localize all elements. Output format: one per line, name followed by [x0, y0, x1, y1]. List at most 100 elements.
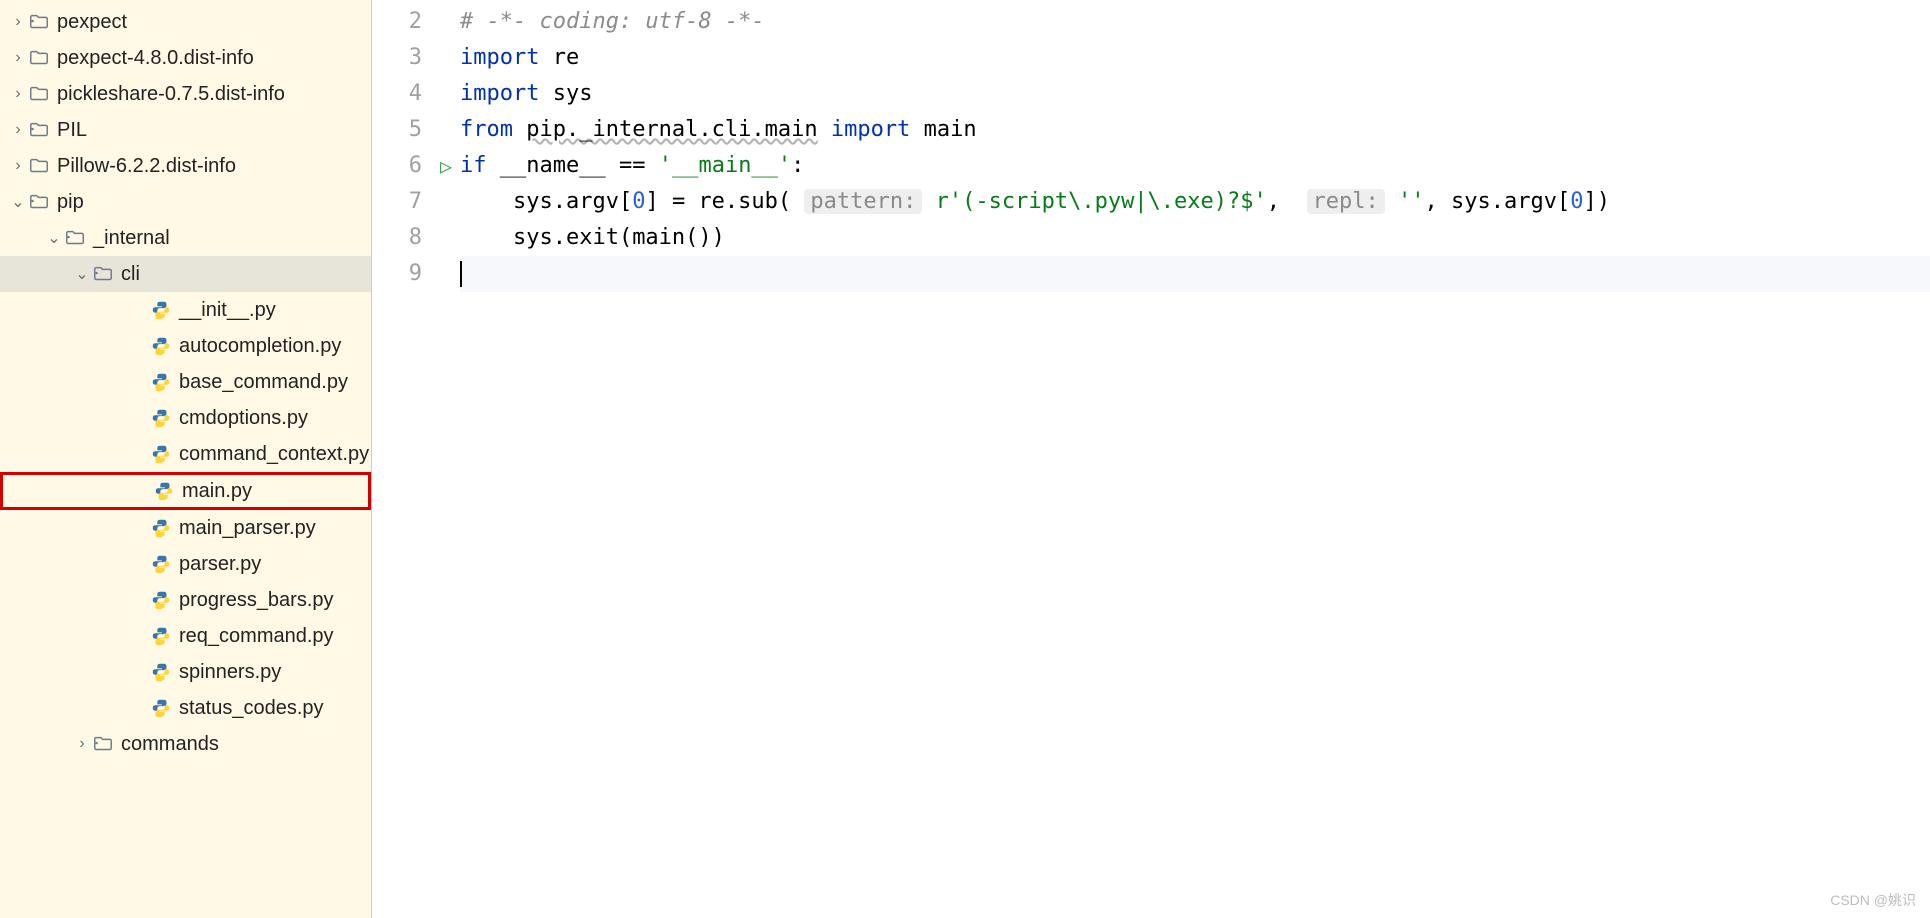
chevron-down-icon[interactable]: ⌄	[8, 192, 28, 212]
tree-item-label: PIL	[57, 119, 87, 142]
chevron-right-icon[interactable]: ›	[8, 157, 28, 175]
tree-item-label: commands	[121, 733, 219, 756]
gutter-line[interactable]: 6▷	[372, 148, 460, 184]
tree-item-label: pexpect-4.8.0.dist-info	[57, 47, 254, 70]
python-file-icon	[150, 661, 172, 683]
folder-icon	[28, 119, 50, 141]
code-line: import sys	[460, 76, 1930, 112]
chevron-down-icon[interactable]: ⌄	[44, 228, 64, 248]
folder-icon	[28, 191, 50, 213]
python-file-icon	[150, 299, 172, 321]
tree-item-spinners-py[interactable]: spinners.py	[0, 654, 371, 690]
tree-item-label: main_parser.py	[179, 517, 316, 540]
tree-item-status-codes-py[interactable]: status_codes.py	[0, 690, 371, 726]
param-hint: repl:	[1307, 189, 1385, 214]
tree-item-req-command-py[interactable]: req_command.py	[0, 618, 371, 654]
tree-item-pip[interactable]: ⌄ pip	[0, 184, 371, 220]
python-file-icon	[150, 335, 172, 357]
python-file-icon	[150, 697, 172, 719]
tree-item-label: pip	[57, 191, 84, 214]
python-file-icon	[150, 517, 172, 539]
tree-item-pillow-6-2-2-dist-info[interactable]: › Pillow-6.2.2.dist-info	[0, 148, 371, 184]
chevron-right-icon[interactable]: ›	[8, 85, 28, 103]
tree-item-label: spinners.py	[179, 661, 281, 684]
line-number: 2	[409, 9, 422, 34]
code-line: import re	[460, 40, 1930, 76]
gutter-line[interactable]: 7	[372, 184, 460, 220]
code-line: sys.argv[0] = re.sub( pattern: r'(-scrip…	[460, 184, 1930, 220]
tree-item-label: parser.py	[179, 553, 261, 576]
param-hint: pattern:	[804, 189, 922, 214]
folder-icon	[92, 263, 114, 285]
tree-item-progress-bars-py[interactable]: progress_bars.py	[0, 582, 371, 618]
folder-icon	[28, 11, 50, 33]
code-line: sys.exit(main())	[460, 220, 1930, 256]
tree-item-label: main.py	[182, 480, 252, 503]
chevron-right-icon[interactable]: ›	[8, 13, 28, 31]
tree-item-label: autocompletion.py	[179, 335, 341, 358]
python-file-icon	[153, 480, 175, 502]
tree-item-label: req_command.py	[179, 625, 334, 648]
python-file-icon	[150, 553, 172, 575]
chevron-down-icon[interactable]: ⌄	[72, 264, 92, 284]
tree-item-label: command_context.py	[179, 443, 369, 466]
watermark: CSDN @姚识	[1830, 890, 1916, 910]
tree-item--internal[interactable]: ⌄ _internal	[0, 220, 371, 256]
tree-item-pickleshare-0-7-5-dist-info[interactable]: ›pickleshare-0.7.5.dist-info	[0, 76, 371, 112]
tree-item-pil[interactable]: › PIL	[0, 112, 371, 148]
tree-item-label: cmdoptions.py	[179, 407, 308, 430]
file-tree-pane[interactable]: › pexpect › pexpect-4.8.0.dist-info ›pickles…	[0, 0, 372, 918]
line-number: 8	[409, 225, 422, 250]
editor-code[interactable]: # -*- coding: utf-8 -*- import re import…	[460, 0, 1930, 918]
tree-item-label: Pillow-6.2.2.dist-info	[57, 155, 236, 178]
tree-item-command-context-py[interactable]: command_context.py	[0, 436, 371, 472]
line-number: 6	[409, 153, 422, 178]
folder-icon	[92, 733, 114, 755]
tree-item-label: base_command.py	[179, 371, 348, 394]
tree-item-cmdoptions-py[interactable]: cmdoptions.py	[0, 400, 371, 436]
tree-item-label: progress_bars.py	[179, 589, 334, 612]
tree-item-label: _internal	[93, 227, 170, 250]
tree-item-main-parser-py[interactable]: main_parser.py	[0, 510, 371, 546]
code-line: # -*- coding: utf-8 -*-	[460, 4, 1930, 40]
tree-item-label: __init__.py	[179, 299, 276, 322]
gutter-line[interactable]: 2	[372, 4, 460, 40]
gutter-line[interactable]: 9	[372, 256, 460, 292]
chevron-right-icon[interactable]: ›	[72, 735, 92, 753]
tree-item-pexpect[interactable]: › pexpect	[0, 4, 371, 40]
chevron-right-icon[interactable]: ›	[8, 49, 28, 67]
python-file-icon	[150, 407, 172, 429]
run-gutter-icon[interactable]: ▷	[440, 148, 452, 184]
gutter-line[interactable]: 8	[372, 220, 460, 256]
tree-item-label: pexpect	[57, 11, 127, 34]
tree-item--init-py[interactable]: __init__.py	[0, 292, 371, 328]
code-line: from pip._internal.cli.main import main	[460, 112, 1930, 148]
line-number: 3	[409, 45, 422, 70]
chevron-right-icon[interactable]: ›	[8, 121, 28, 139]
tree-item-parser-py[interactable]: parser.py	[0, 546, 371, 582]
editor-pane: 23456▷789 # -*- coding: utf-8 -*- import…	[372, 0, 1930, 918]
gutter-line[interactable]: 3	[372, 40, 460, 76]
tree-item-pexpect-4-8-0-dist-info[interactable]: › pexpect-4.8.0.dist-info	[0, 40, 371, 76]
python-file-icon	[150, 443, 172, 465]
tree-item-commands[interactable]: › commands	[0, 726, 371, 762]
editor-gutter[interactable]: 23456▷789	[372, 0, 460, 918]
tree-item-label: cli	[121, 263, 140, 286]
tree-item-base-command-py[interactable]: base_command.py	[0, 364, 371, 400]
line-number: 4	[409, 81, 422, 106]
line-number: 7	[409, 189, 422, 214]
gutter-line[interactable]: 4	[372, 76, 460, 112]
python-file-icon	[150, 625, 172, 647]
code-line-current	[460, 256, 1930, 292]
gutter-line[interactable]: 5	[372, 112, 460, 148]
python-file-icon	[150, 371, 172, 393]
python-file-icon	[150, 589, 172, 611]
code-line: if __name__ == '__main__':	[460, 148, 1930, 184]
folder-icon	[28, 83, 50, 105]
folder-icon	[28, 47, 50, 69]
tree-item-cli[interactable]: ⌄ cli	[0, 256, 371, 292]
tree-item-label: status_codes.py	[179, 697, 324, 720]
line-number: 5	[409, 117, 422, 142]
tree-item-main-py[interactable]: main.py	[0, 472, 371, 510]
tree-item-autocompletion-py[interactable]: autocompletion.py	[0, 328, 371, 364]
